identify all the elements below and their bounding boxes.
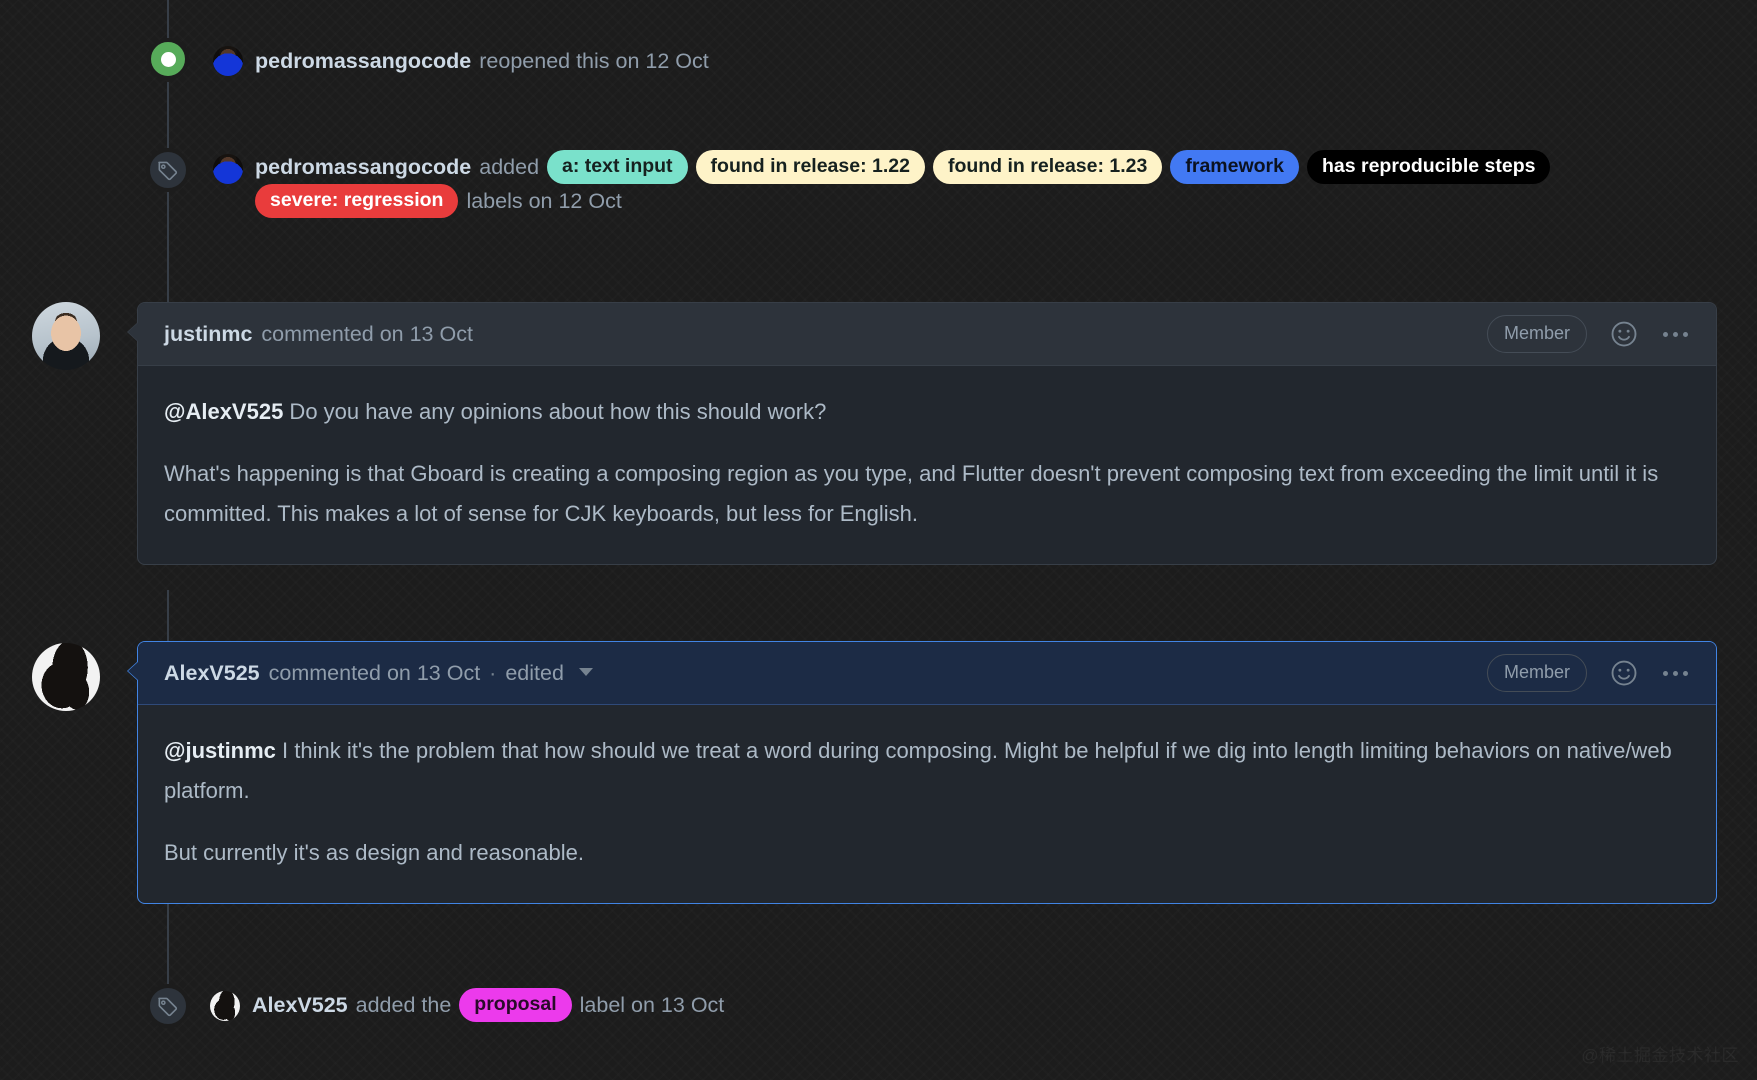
smiley-icon[interactable] (1609, 658, 1639, 688)
timeline-event-labels-added: pedromassangocode added a: text input fo… (213, 150, 1613, 218)
kebab-menu-icon[interactable] (1661, 665, 1690, 682)
tag-icon (146, 148, 190, 192)
label-pill-found-in-release-122[interactable]: found in release: 1.22 (695, 150, 925, 184)
timeline-event-proposal-label: AlexV525 added the proposal label on 13 … (210, 988, 724, 1022)
timeline-rail-2 (167, 192, 169, 302)
event-action-prefix: added the (355, 993, 452, 1017)
timeline-rail-top (167, 0, 169, 38)
pedromassangocode-avatar[interactable] (213, 154, 243, 184)
timeline-event-reopened: pedromassangocode reopened this on 12 Oc… (213, 44, 709, 78)
event-user-link[interactable]: AlexV525 (252, 988, 348, 1022)
watermark: @稀土掘金技术社区 (1581, 1046, 1739, 1065)
comment-paragraph: @AlexV525 Do you have any opinions about… (164, 392, 1690, 432)
comment-alexv525: AlexV525 commented on 13 Oct · edited Me… (127, 641, 1717, 904)
kebab-dot (1673, 331, 1678, 337)
event-action-suffix: label on 13 Oct (579, 993, 725, 1017)
event-action-suffix: labels on 12 Oct (466, 189, 622, 213)
reopened-issue-icon (147, 38, 189, 80)
smiley-glyph (1611, 660, 1637, 686)
timeline-rail-4 (167, 896, 169, 984)
label-pill-proposal[interactable]: proposal (459, 988, 572, 1022)
comment-author-line: justinmc commented on 13 Oct (164, 322, 473, 347)
alexv525-avatar[interactable] (210, 991, 240, 1021)
comment-body: @AlexV525 Do you have any opinions about… (138, 366, 1716, 564)
label-pill-framework[interactable]: framework (1170, 150, 1299, 184)
reopen-dot-icon (160, 51, 176, 67)
tag-glyph (158, 997, 178, 1017)
tag-icon (146, 984, 190, 1028)
paragraph-text: I think it's the problem that how should… (164, 738, 1672, 803)
comment-paragraph: @justinmc I think it's the problem that … (164, 731, 1690, 811)
comment-pointer (127, 322, 138, 342)
event-user-link[interactable]: pedromassangocode (255, 150, 471, 184)
kebab-dot (1673, 670, 1678, 676)
label-pill-found-in-release-123[interactable]: found in release: 1.23 (932, 150, 1163, 184)
justinmc-avatar[interactable] (32, 302, 100, 370)
event-action-text: reopened this on 12 Oct (479, 49, 709, 73)
kebab-dot (1683, 331, 1688, 337)
comment-author-link[interactable]: AlexV525 (164, 661, 260, 686)
status-badge: Member (1486, 654, 1587, 692)
pedromassangocode-avatar[interactable] (213, 46, 243, 76)
comment-timestamp: commented on 13 Oct (261, 321, 473, 346)
event-action-prefix: added (479, 155, 540, 179)
mention-link[interactable]: @AlexV525 (164, 399, 283, 424)
comment-header: AlexV525 commented on 13 Oct · edited Me… (138, 642, 1716, 705)
comment-header-actions: Member (1486, 315, 1690, 353)
kebab-dot (1663, 331, 1668, 337)
kebab-dot (1663, 670, 1668, 676)
paragraph-text: What's happening is that Gboard is creat… (164, 461, 1659, 526)
kebab-dot (1683, 670, 1688, 676)
mention-link[interactable]: @justinmc (164, 738, 276, 763)
comment-paragraph: But currently it's as design and reasona… (164, 833, 1690, 873)
meta-separator: · (489, 660, 497, 685)
kebab-menu-icon[interactable] (1661, 326, 1690, 343)
event-user-link[interactable]: pedromassangocode (255, 44, 471, 78)
comment-justinmc: justinmc commented on 13 Oct Member @Ale… (127, 302, 1717, 565)
tag-glyph (158, 161, 178, 181)
chevron-down-icon[interactable] (578, 668, 593, 676)
comment-author-link[interactable]: justinmc (164, 322, 252, 347)
timeline-rail-1 (167, 82, 169, 148)
comment-paragraph: What's happening is that Gboard is creat… (164, 454, 1690, 534)
smiley-icon[interactable] (1609, 319, 1639, 349)
comment-timestamp: commented on 13 Oct (268, 660, 481, 685)
status-badge: Member (1486, 315, 1587, 353)
label-pill-a-text-input[interactable]: a: text input (547, 150, 688, 184)
comment-body: @justinmc I think it's the problem that … (138, 705, 1716, 903)
comment-header: justinmc commented on 13 Oct Member (138, 303, 1716, 366)
comment-pointer (127, 661, 138, 681)
alexv525-avatar[interactable] (32, 643, 100, 711)
edited-label[interactable]: edited (505, 661, 564, 686)
paragraph-text: Do you have any opinions about how this … (283, 399, 827, 424)
label-pill-has-reproducible-steps[interactable]: has reproducible steps (1306, 150, 1551, 184)
smiley-glyph (1611, 321, 1637, 347)
paragraph-text: But currently it's as design and reasona… (164, 840, 584, 865)
label-pill-severe-regression[interactable]: severe: regression (255, 184, 459, 218)
comment-header-actions: Member (1486, 654, 1690, 692)
comment-author-line: AlexV525 commented on 13 Oct · edited (164, 661, 593, 686)
